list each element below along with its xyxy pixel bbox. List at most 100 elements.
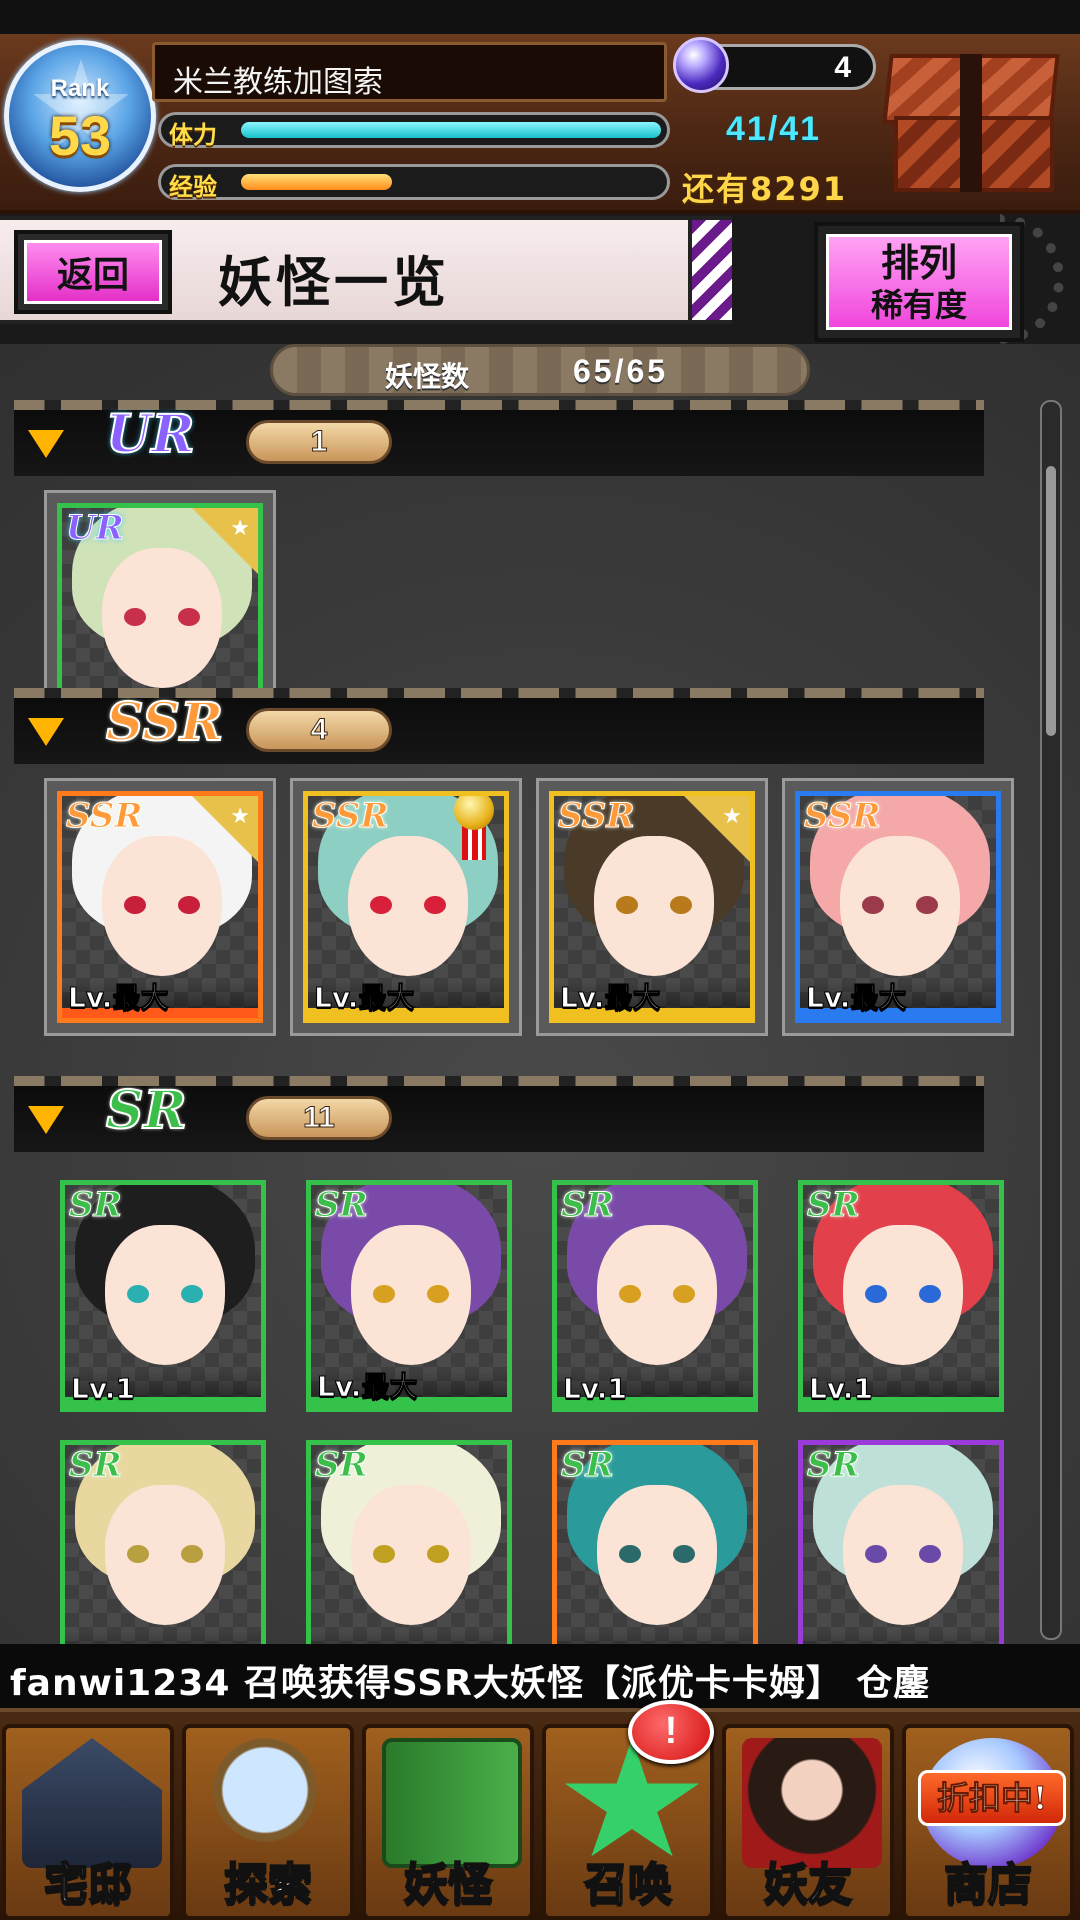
yokai-card[interactable]: SSR ★ Lv.最大 xyxy=(44,778,276,1036)
card-rarity: SSR xyxy=(66,796,144,837)
portrait-eye xyxy=(178,896,200,914)
stamina-bar: 体力 xyxy=(158,112,670,149)
stamina-label: 体力 xyxy=(169,121,217,149)
portrait-eye xyxy=(619,1285,641,1303)
player-header: Rank 53 米兰教练加图索 4 体力 41/41 经验 还有8291 xyxy=(0,34,1080,214)
section-rarity: SSR xyxy=(105,691,224,754)
yokai-card[interactable]: SR Lv.1 xyxy=(60,1180,266,1412)
section-header-ur[interactable]: UR 1 xyxy=(14,400,984,476)
nav-home[interactable]: 宅邸 xyxy=(2,1724,174,1920)
collapse-arrow-icon[interactable] xyxy=(28,718,64,746)
rank-badge[interactable]: Rank 53 xyxy=(4,40,156,192)
sort-label: 排列 xyxy=(880,240,957,285)
giftbox-button[interactable] xyxy=(880,46,1070,196)
nav-home-label: 宅邸 xyxy=(43,1858,133,1911)
section-header-sr[interactable]: SR 11 xyxy=(14,1076,984,1152)
portrait-face xyxy=(102,548,222,688)
nav-yokai-label: 妖怪 xyxy=(403,1858,493,1911)
orb-counter[interactable]: 4 xyxy=(673,37,876,93)
level-strip xyxy=(65,1631,261,1644)
section-rarity: SR xyxy=(105,1079,188,1142)
portrait-face xyxy=(348,836,468,976)
portrait-face xyxy=(843,1225,963,1365)
yokai-card[interactable]: SSR ★ Lv.最大 xyxy=(536,778,768,1036)
back-button[interactable]: 返回 xyxy=(14,230,172,314)
exp-bar: 经验 xyxy=(158,164,670,201)
card-level: Lv.最大 xyxy=(316,1370,418,1404)
yokai-portrait: SSR Lv.最大 xyxy=(303,791,509,1023)
collapse-arrow-icon[interactable] xyxy=(28,1106,64,1134)
yokai-card[interactable]: SR xyxy=(798,1440,1004,1644)
nav-friends[interactable]: 妖友 xyxy=(722,1724,894,1920)
yokai-portrait: SR Lv.1 xyxy=(60,1180,266,1412)
yokai-portrait: SSR Lv.最大 xyxy=(795,791,1001,1023)
yokai-card[interactable]: SSR Lv.最大 xyxy=(782,778,1014,1036)
alert-icon: ! xyxy=(628,1700,714,1764)
portrait-eye xyxy=(370,896,392,914)
exp-label: 经验 xyxy=(169,173,217,201)
nav-yokai[interactable]: 妖怪 xyxy=(362,1724,534,1920)
section-header-ssr[interactable]: SSR 4 xyxy=(14,688,984,764)
sort-button[interactable]: 排列 稀有度 xyxy=(814,222,1024,342)
portrait-eye xyxy=(124,896,146,914)
portrait-eye xyxy=(427,1545,449,1563)
portrait-eye xyxy=(127,1285,149,1303)
portrait-face xyxy=(351,1225,471,1365)
nav-friends-label: 妖友 xyxy=(763,1858,853,1911)
level-strip xyxy=(311,1631,507,1644)
nav-explore[interactable]: 探索 xyxy=(182,1724,354,1920)
yokai-list[interactable]: 妖怪数 65/65 UR1UR★Lv.最大SSR4SSR★Lv.最大SSRLv.… xyxy=(0,344,1080,1644)
portrait-face xyxy=(597,1485,717,1625)
giftbox-band xyxy=(960,54,982,192)
portrait-eye xyxy=(865,1545,887,1563)
portrait-eye xyxy=(124,608,146,626)
news-ticker: fanwi1234 召唤获得SSR大妖怪【派优卡卡姆】 仓鏖 xyxy=(0,1644,1080,1708)
scrollbar-thumb[interactable] xyxy=(1046,466,1056,736)
yokai-card[interactable]: SR Lv.1 xyxy=(552,1180,758,1412)
portrait-face xyxy=(105,1485,225,1625)
portrait-eye xyxy=(919,1545,941,1563)
collapse-arrow-icon[interactable] xyxy=(28,430,64,458)
level-strip xyxy=(803,1631,999,1644)
section-count: 11 xyxy=(303,1101,336,1135)
yokai-portrait: SSR ★ Lv.最大 xyxy=(549,791,755,1023)
nav-shop-label: 商店 xyxy=(943,1858,1033,1911)
yokai-card[interactable]: SR xyxy=(60,1440,266,1644)
exp-fill xyxy=(241,174,392,190)
page-title: 妖怪一览 xyxy=(218,250,450,314)
section-count-pill: 4 xyxy=(246,708,392,752)
yokai-card[interactable]: SR xyxy=(552,1440,758,1644)
nav-explore-label: 探索 xyxy=(223,1858,313,1911)
card-rarity: SSR xyxy=(558,796,636,837)
portrait-eye xyxy=(181,1285,203,1303)
yokai-card[interactable]: SR Lv.1 xyxy=(798,1180,1004,1412)
portrait-eye xyxy=(181,1545,203,1563)
card-level: Lv.1 xyxy=(71,1372,136,1406)
portrait-eye xyxy=(373,1545,395,1563)
portrait-eye xyxy=(424,896,446,914)
title-stripe xyxy=(688,220,732,320)
ticker-text: fanwi1234 召唤获得SSR大妖怪【派优卡卡姆】 仓鏖 xyxy=(10,1663,931,1704)
card-rarity: SR xyxy=(315,1185,369,1226)
section-count: 1 xyxy=(310,425,328,459)
back-button-face: 返回 xyxy=(24,240,162,304)
spirit-orb-icon xyxy=(673,37,729,93)
portrait-face xyxy=(843,1485,963,1625)
yokai-card[interactable]: SSR Lv.最大 xyxy=(290,778,522,1036)
card-rarity: SR xyxy=(807,1445,861,1486)
sale-badge: 折扣中! xyxy=(918,1770,1066,1826)
yokai-count-bar: 妖怪数 65/65 xyxy=(270,344,810,396)
yokai-portrait: SR Lv.最大 xyxy=(306,1180,512,1412)
scrollbar[interactable] xyxy=(1040,400,1062,1640)
portrait-eye xyxy=(427,1285,449,1303)
title-bar: 返回 妖怪一览 xyxy=(0,216,732,324)
yokai-card[interactable]: SR Lv.最大 xyxy=(306,1180,512,1412)
nav-summon-label: 召唤 xyxy=(583,1858,673,1911)
card-level: Lv.1 xyxy=(809,1372,874,1406)
rank-label: Rank xyxy=(50,75,110,102)
card-rarity: SR xyxy=(69,1185,123,1226)
portrait-eye xyxy=(373,1285,395,1303)
portrait-eye xyxy=(673,1545,695,1563)
yokai-card[interactable]: SR xyxy=(306,1440,512,1644)
card-rarity: SR xyxy=(561,1445,615,1486)
